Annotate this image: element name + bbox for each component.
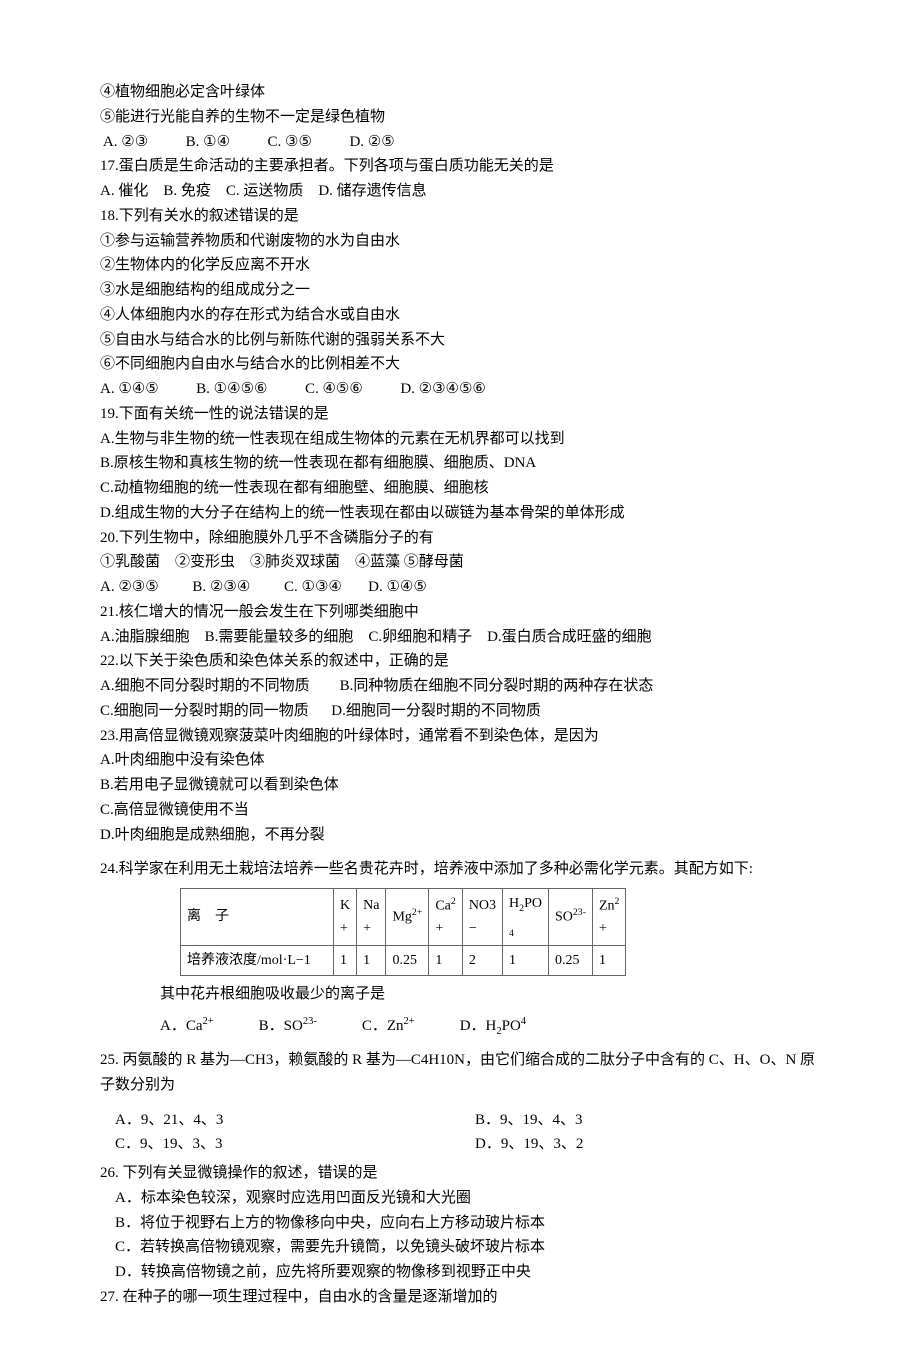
cell: 1 xyxy=(429,945,462,975)
q26-d: D．转换高倍物镜之前，应先将所要观察的物像移到视野正中央 xyxy=(100,1260,820,1285)
q24-table: 离 子 K+ Na+ Mg2+ Ca2+ NO3− H2PO4 SO23- Zn… xyxy=(180,888,626,976)
q17-options: A. 催化 B. 免疫 C. 运送物质 D. 储存遗传信息 xyxy=(100,179,820,204)
q16-options: A. ②③ B. ①④ C. ③⑤ D. ②⑤ xyxy=(100,130,820,155)
q18-s1: ①参与运输营养物质和代谢废物的水为自由水 xyxy=(100,229,820,254)
col-ca: Ca2+ xyxy=(429,889,462,946)
q26-b: B．将位于视野右上方的物像移向中央，应向右上方移动玻片标本 xyxy=(100,1211,820,1236)
cell: 1 xyxy=(503,945,549,975)
col-so: SO23- xyxy=(548,889,592,946)
cell: 1 xyxy=(334,945,357,975)
q25-d: D．9、19、3、2 xyxy=(460,1132,820,1157)
cell: 0.25 xyxy=(386,945,429,975)
q18-s2: ②生物体内的化学反应离不开水 xyxy=(100,253,820,278)
cell: 1 xyxy=(357,945,386,975)
q20-items: ①乳酸菌 ②变形虫 ③肺炎双球菌 ④蓝藻 ⑤酵母菌 xyxy=(100,550,820,575)
q19-a: A.生物与非生物的统一性表现在组成生物体的元素在无机界都可以找到 xyxy=(100,427,820,452)
q19-c: C.动植物细胞的统一性表现在都有细胞壁、细胞膜、细胞核 xyxy=(100,476,820,501)
table-row: 培养液浓度/mol·L−1 1 1 0.25 1 2 1 0.25 1 xyxy=(181,945,626,975)
q18-s6: ⑥不同细胞内自由水与结合水的比例相差不大 xyxy=(100,352,820,377)
q24-options: A．Ca2+ B．SO23- C．Zn2+ D．H2PO4 xyxy=(100,1013,820,1040)
q22-stem: 22.以下关于染色质和染色体关系的叙述中，正确的是 xyxy=(100,649,820,674)
q25-a: A．9、21、4、3 xyxy=(100,1108,460,1133)
row2-label: 培养液浓度/mol·L−1 xyxy=(181,945,334,975)
q18-options: A. ①④⑤ B. ①④⑤⑥ C. ④⑤⑥ D. ②③④⑤⑥ xyxy=(100,377,820,402)
q23-d: D.叶肉细胞是成熟细胞，不再分裂 xyxy=(100,823,820,848)
col-mg: Mg2+ xyxy=(386,889,429,946)
q17-stem: 17.蛋白质是生命活动的主要承担者。下列各项与蛋白质功能无关的是 xyxy=(100,154,820,179)
q19-stem: 19.下面有关统一性的说法错误的是 xyxy=(100,402,820,427)
cell: 0.25 xyxy=(548,945,592,975)
q18-s4: ④人体细胞内水的存在形式为结合水或自由水 xyxy=(100,303,820,328)
col-no3: NO3− xyxy=(462,889,502,946)
q26-a: A．标本染色较深，观察时应选用凹面反光镜和大光圈 xyxy=(100,1186,820,1211)
q25-c: C．9、19、3、3 xyxy=(100,1132,460,1157)
cell: 2 xyxy=(462,945,502,975)
col-k: K+ xyxy=(334,889,357,946)
q27-stem: 27. 在种子的哪一项生理过程中，自由水的含量是逐渐增加的 xyxy=(100,1285,820,1310)
q21-options: A.油脂腺细胞 B.需要能量较多的细胞 C.卵细胞和精子 D.蛋白质合成旺盛的细… xyxy=(100,625,820,650)
q16-stmt4: ④植物细胞必定含叶绿体 xyxy=(100,80,820,105)
col-zn: Zn2+ xyxy=(592,889,625,946)
q22-row1: A.细胞不同分裂时期的不同物质 B.同种物质在细胞不同分裂时期的两种存在状态 xyxy=(100,674,820,699)
q26-c: C．若转换高倍物镜观察，需要先升镜筒，以免镜头破坏玻片标本 xyxy=(100,1235,820,1260)
q20-options: A. ②③⑤ B. ②③④ C. ①③④ D. ①④⑤ xyxy=(100,575,820,600)
q18-s5: ⑤自由水与结合水的比例与新陈代谢的强弱关系不大 xyxy=(100,328,820,353)
q23-b: B.若用电子显微镜就可以看到染色体 xyxy=(100,773,820,798)
q25-b: B．9、19、4、3 xyxy=(460,1108,820,1133)
cell: 1 xyxy=(592,945,625,975)
row-label: 离 子 xyxy=(181,889,334,946)
q18-s3: ③水是细胞结构的组成成分之一 xyxy=(100,278,820,303)
col-h2po: H2PO4 xyxy=(503,889,549,946)
q20-stem: 20.下列生物中，除细胞膜外几乎不含磷脂分子的有 xyxy=(100,526,820,551)
q24-sub: 其中花卉根细胞吸收最少的离子是 xyxy=(100,982,820,1007)
q19-d: D.组成生物的大分子在结构上的统一性表现在都由以碳链为基本骨架的单体形成 xyxy=(100,501,820,526)
q23-c: C.高倍显微镜使用不当 xyxy=(100,798,820,823)
q25-stem: 25. 丙氨酸的 R 基为—CH3，赖氨酸的 R 基为—C4H10N，由它们缩合… xyxy=(100,1048,820,1098)
q19-b: B.原核生物和真核生物的统一性表现在都有细胞膜、细胞质、DNA xyxy=(100,451,820,476)
q23-a: A.叶肉细胞中没有染色体 xyxy=(100,748,820,773)
q24-stem: 24.科学家在利用无土栽培法培养一些名贵花卉时，培养液中添加了多种必需化学元素。… xyxy=(100,857,820,882)
q25-options: A．9、21、4、3 B．9、19、4、3 C．9、19、3、3 D．9、19、… xyxy=(100,1108,820,1158)
col-na: Na+ xyxy=(357,889,386,946)
q16-stmt5: ⑤能进行光能自养的生物不一定是绿色植物 xyxy=(100,105,820,130)
q21-stem: 21.核仁增大的情况一般会发生在下列哪类细胞中 xyxy=(100,600,820,625)
table-row: 离 子 K+ Na+ Mg2+ Ca2+ NO3− H2PO4 SO23- Zn… xyxy=(181,889,626,946)
q22-row2: C.细胞同一分裂时期的同一物质 D.细胞同一分裂时期的不同物质 xyxy=(100,699,820,724)
q26-stem: 26. 下列有关显微镜操作的叙述，错误的是 xyxy=(100,1161,820,1186)
q18-stem: 18.下列有关水的叙述错误的是 xyxy=(100,204,820,229)
q23-stem: 23.用高倍显微镜观察菠菜叶肉细胞的叶绿体时，通常看不到染色体，是因为 xyxy=(100,724,820,749)
